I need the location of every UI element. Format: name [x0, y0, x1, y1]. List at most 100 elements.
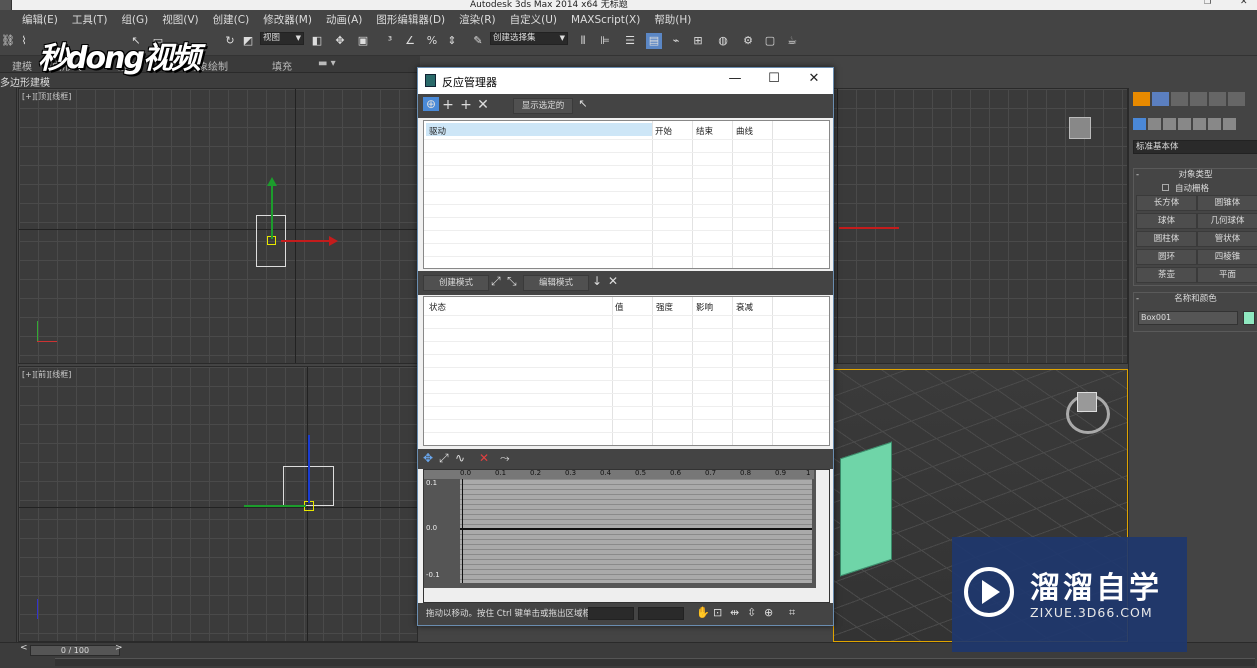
status-field-y[interactable]: [638, 607, 684, 620]
snap-3d-icon[interactable]: ³: [382, 33, 398, 49]
move-icon[interactable]: ✥: [332, 33, 348, 49]
zoom-extents-icon[interactable]: ⊡: [713, 606, 722, 619]
object-name-input[interactable]: Box001: [1138, 311, 1238, 325]
schematic-view-icon[interactable]: ⊞: [690, 33, 706, 49]
percent-snap-icon[interactable]: %: [424, 33, 440, 49]
ribbon-tab-populate[interactable]: 填充: [272, 58, 292, 73]
zoom-region-icon[interactable]: ⌗: [789, 606, 795, 620]
pivot-icon[interactable]: ◧: [309, 33, 325, 49]
zoom-icon[interactable]: ⊕: [764, 606, 773, 619]
tube-button[interactable]: 管状体: [1197, 231, 1257, 247]
ribbon-options-icon[interactable]: ▬ ▾: [318, 58, 336, 69]
curve-editor[interactable]: 0.0 0.1 0.2 0.3 0.4 0.5 0.6 0.7 0.8 0.9 …: [423, 469, 830, 603]
col-start[interactable]: 开始: [655, 125, 672, 137]
col-value[interactable]: 值: [615, 301, 624, 313]
menu-help[interactable]: 帮助(H): [654, 12, 691, 27]
dialog-title-bar[interactable]: 反应管理器 — ☐ ✕: [418, 68, 833, 94]
scene-explorer-icon[interactable]: ▤: [646, 33, 662, 49]
curve-line[interactable]: [460, 528, 812, 530]
box-object-shaded[interactable]: [840, 441, 892, 577]
rendered-frame-icon[interactable]: ▢: [762, 33, 778, 49]
append-state-icon[interactable]: ⤡: [507, 274, 517, 289]
geosphere-button[interactable]: 几何球体: [1197, 213, 1257, 229]
menu-maxscript[interactable]: MAXScript(X): [571, 14, 640, 26]
maximize-icon[interactable]: ☐: [764, 71, 784, 86]
viewport-top-label[interactable]: [+][顶][线框]: [22, 91, 71, 102]
box-button[interactable]: 长方体: [1136, 195, 1197, 211]
shapes-icon[interactable]: [1148, 118, 1161, 130]
select-icon[interactable]: ↖: [575, 97, 591, 110]
viewport-front-label[interactable]: [+][前][线框]: [22, 369, 71, 380]
utilities-tab-icon[interactable]: [1228, 92, 1245, 106]
delete-point-icon[interactable]: ✕: [479, 451, 489, 465]
time-slider[interactable]: 0 / 100: [30, 645, 120, 656]
plane-button[interactable]: 平面: [1197, 267, 1257, 283]
material-editor-icon[interactable]: ◍: [715, 33, 731, 49]
render-setup-icon[interactable]: ⚙: [740, 33, 756, 49]
object-type-header[interactable]: - 对象类型: [1134, 169, 1257, 181]
menu-graph-editors[interactable]: 图形编辑器(D): [376, 12, 445, 27]
named-selection-set[interactable]: 创建选择集 ▼: [490, 32, 568, 45]
create-tab-icon[interactable]: [1133, 92, 1150, 106]
link-icon[interactable]: ⛓: [0, 33, 16, 49]
add-state-icon[interactable]: ⤢: [491, 274, 501, 289]
modify-tab-icon[interactable]: [1152, 92, 1169, 106]
geometry-icon[interactable]: [1133, 118, 1146, 130]
cameras-icon[interactable]: [1178, 118, 1191, 130]
prev-frame-icon[interactable]: <: [20, 643, 28, 653]
scale-icon[interactable]: ◩: [240, 33, 256, 49]
zoom-vertical-icon[interactable]: ⇳: [747, 606, 756, 619]
pyramid-button[interactable]: 四棱锥: [1197, 249, 1257, 265]
spinner-snap-icon[interactable]: ⇕: [444, 33, 460, 49]
col-end[interactable]: 结束: [696, 125, 713, 137]
viewport-top[interactable]: [+][顶][线框]: [18, 88, 418, 364]
menu-rendering[interactable]: 渲染(R): [459, 12, 496, 27]
horizontal-scrollbar[interactable]: [424, 588, 829, 602]
track-bar[interactable]: [55, 658, 1255, 666]
reference-coord-select[interactable]: 视图 ▼: [260, 32, 304, 45]
col-falloff[interactable]: 衰减: [736, 301, 753, 313]
autogrid-checkbox[interactable]: 自动栅格: [1162, 182, 1209, 194]
state-list[interactable]: 状态 值 强度 影响 衰减: [423, 296, 830, 446]
delete-icon[interactable]: ✕: [475, 97, 491, 113]
viewport-front[interactable]: [+][前][线框]: [18, 366, 418, 642]
viewcube-icon[interactable]: [1069, 117, 1091, 139]
col-curve[interactable]: 曲线: [736, 125, 753, 137]
curve-area[interactable]: [460, 479, 812, 583]
create-mode-button[interactable]: 创建模式: [423, 275, 489, 291]
render-icon[interactable]: ☕: [784, 33, 800, 49]
scale-keys-icon[interactable]: ⤢: [439, 451, 449, 466]
layer-manager-icon[interactable]: ☰: [622, 33, 638, 49]
rotate-icon[interactable]: ↻: [222, 33, 238, 49]
primitive-type-dropdown[interactable]: 标准基本体: [1133, 140, 1257, 154]
edit-named-selection-icon[interactable]: ✎: [470, 33, 486, 49]
delete-state-icon[interactable]: ✕: [608, 274, 618, 288]
spacewarps-icon[interactable]: [1208, 118, 1221, 130]
col-influence[interactable]: 影响: [696, 301, 713, 313]
menu-edit[interactable]: 编辑(E): [22, 12, 58, 27]
menu-animation[interactable]: 动画(A): [326, 12, 362, 27]
manipulate-icon[interactable]: ▣: [355, 33, 371, 49]
cone-button[interactable]: 圆锥体: [1197, 195, 1257, 211]
col-state[interactable]: 状态: [429, 301, 446, 313]
driver-list[interactable]: 驱动 开始 结束 曲线: [423, 120, 830, 269]
add-selected-icon[interactable]: +: [440, 97, 456, 113]
close-icon[interactable]: ✕: [804, 71, 824, 86]
edit-mode-button[interactable]: 编辑模式: [523, 275, 589, 291]
ribbon-tab-modeling[interactable]: 建模: [12, 58, 32, 73]
angle-snap-icon[interactable]: ∠: [402, 33, 418, 49]
status-field-x[interactable]: [588, 607, 634, 620]
zoom-horizontal-icon[interactable]: ⇹: [730, 606, 739, 619]
torus-button[interactable]: 圆环: [1136, 249, 1197, 265]
motion-tab-icon[interactable]: [1190, 92, 1207, 106]
curve-type-icon[interactable]: ⤳: [500, 451, 510, 466]
unlink-icon[interactable]: ⌇: [16, 33, 32, 49]
align-icon[interactable]: ⊫: [597, 33, 613, 49]
restore-icon[interactable]: ❐: [1204, 0, 1211, 6]
close-icon[interactable]: ✕: [1240, 0, 1248, 7]
vertical-scrollbar[interactable]: [816, 470, 829, 588]
next-frame-icon[interactable]: >: [115, 643, 123, 653]
object-color-swatch[interactable]: [1243, 311, 1255, 325]
menu-customize[interactable]: 自定义(U): [510, 12, 557, 27]
menu-modifiers[interactable]: 修改器(M): [263, 12, 312, 27]
